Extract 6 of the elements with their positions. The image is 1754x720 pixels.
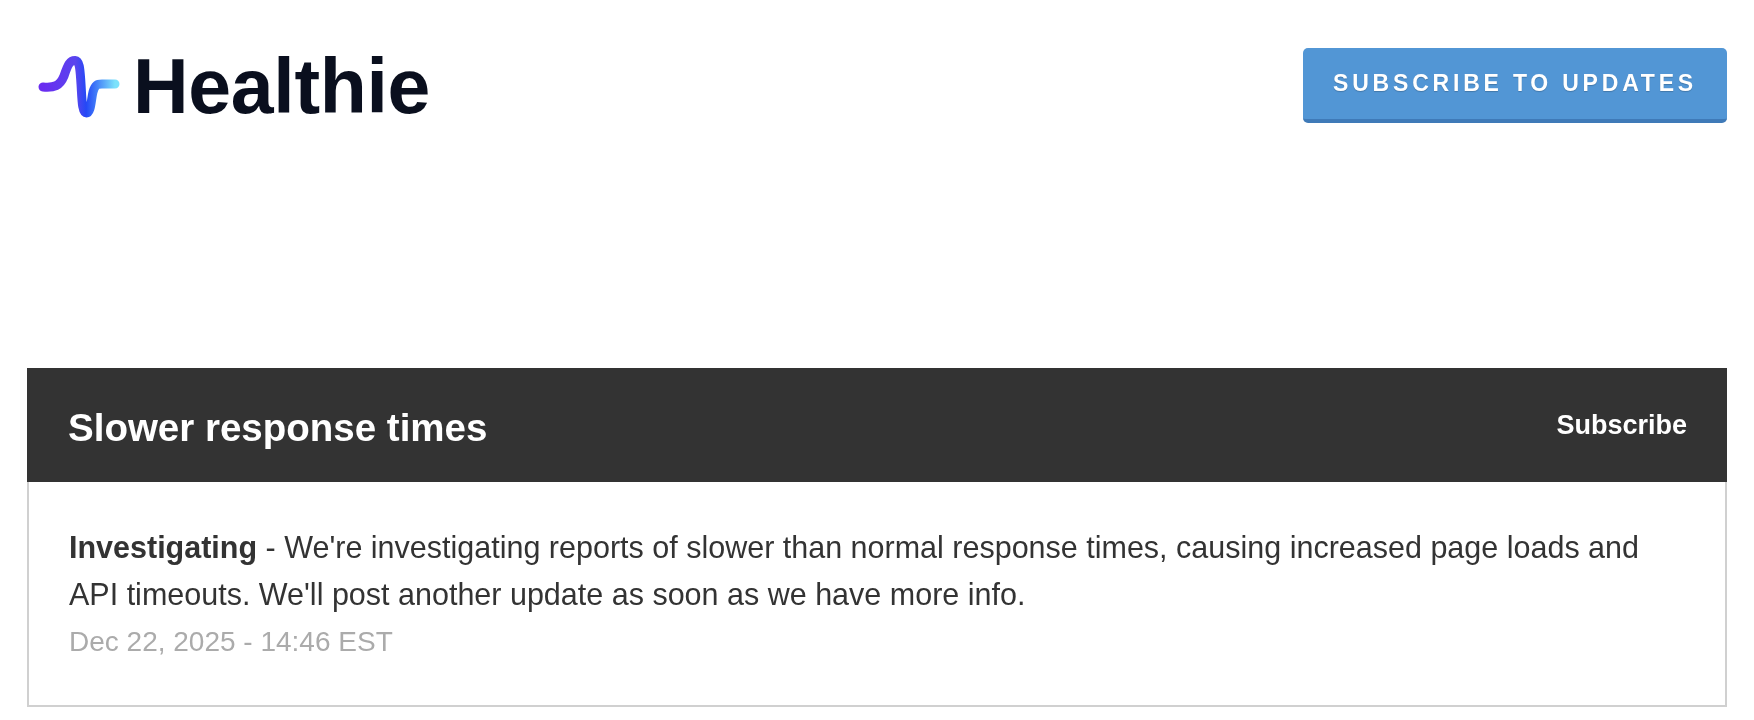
logo-wave-icon: [38, 55, 120, 118]
update-text: Investigating - We're investigating reports of slower than normal response times, causing increased page loads and API timeouts. We'll post another update as soon as we have more info.: [69, 529, 1640, 614]
incident-title: Slower response times: [68, 404, 488, 451]
logo-text: Healthie: [133, 48, 431, 125]
subscribe-link[interactable]: Subscribe: [1556, 409, 1687, 441]
update-timestamp: Dec 22, 2025 - 14:46 EST: [69, 625, 394, 659]
